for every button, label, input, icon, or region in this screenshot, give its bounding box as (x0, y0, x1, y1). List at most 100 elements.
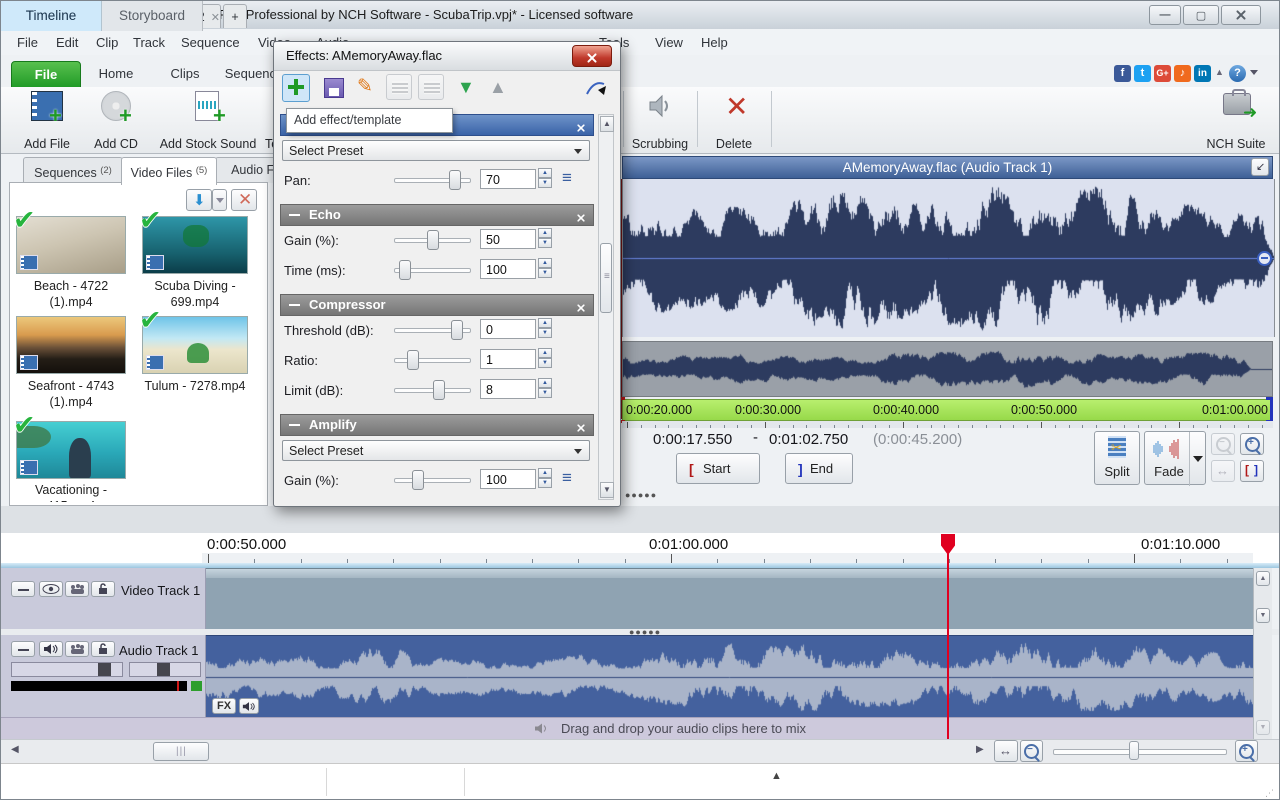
googleplus-icon[interactable]: G+ (1154, 65, 1171, 82)
limit-slider[interactable] (394, 380, 469, 398)
limit-input[interactable]: 8 (480, 379, 536, 399)
timeline-ruler-ticks[interactable] (202, 553, 1253, 563)
dialog-title-bar[interactable]: Effects: AMemoryAway.flac (274, 42, 620, 71)
section-header-amplify[interactable]: Amplify (280, 414, 594, 436)
limit-spinner[interactable]: ▲▼ (538, 378, 552, 400)
remove-effect-icon[interactable] (576, 119, 586, 139)
selection-end-bracket[interactable] (1266, 397, 1273, 423)
save-template-button[interactable] (320, 74, 346, 100)
amplify-automation-menu-icon[interactable]: ≡ (562, 468, 572, 488)
section-header-echo[interactable]: Echo (280, 204, 594, 226)
zoom-out-button[interactable]: − (1211, 433, 1235, 455)
track-lock-button[interactable] (91, 641, 115, 657)
menu-sequence[interactable]: Sequence (181, 35, 240, 50)
amplify-gain-spinner[interactable]: ▲▼ (538, 468, 552, 490)
track-motion-button[interactable] (65, 581, 89, 597)
timeline-zoom-slider[interactable] (1053, 749, 1227, 755)
fade-button[interactable]: Fade (1144, 431, 1206, 485)
panel-splitter[interactable]: ●●●●● (625, 490, 657, 500)
fade-dropdown-icon[interactable] (1193, 456, 1203, 462)
close-tab-icon[interactable]: ✕ (211, 12, 220, 24)
thumbnail-tulum[interactable]: ✔ (142, 316, 248, 374)
move-down-button[interactable]: ▼ (452, 74, 478, 100)
expand-panel-icon[interactable]: ▲ (771, 770, 782, 782)
close-button[interactable] (1221, 5, 1261, 25)
remove-effect-icon[interactable] (576, 299, 586, 319)
scrubbing-button[interactable]: Scrubbing (629, 91, 691, 151)
help-dropdown-icon[interactable] (1250, 70, 1258, 75)
timeline-zoom-out-button[interactable]: − (1020, 740, 1043, 762)
threshold-spinner[interactable]: ▲▼ (538, 318, 552, 340)
set-end-button[interactable]: ] End (785, 453, 853, 484)
audio-clip[interactable]: FX (206, 635, 1253, 718)
timeline-zoom-knob[interactable] (1129, 741, 1139, 760)
echo-time-spinner[interactable]: ▲▼ (538, 258, 552, 280)
scroll-left-icon[interactable]: ◀ (11, 744, 19, 755)
audio-community-icon[interactable]: ♪ (1174, 65, 1191, 82)
echo-time-slider[interactable] (394, 260, 469, 278)
tab-home[interactable]: Home (83, 61, 149, 87)
track-lock-button[interactable] (91, 581, 115, 597)
tab-video-files[interactable]: Video Files (5) (121, 157, 217, 185)
menu-clip[interactable]: Clip (96, 35, 118, 50)
echo-time-input[interactable]: 100 (480, 259, 536, 279)
move-up-button[interactable]: ▲ (484, 74, 510, 100)
minimize-button[interactable]: — (1149, 5, 1181, 25)
zoom-fit-button[interactable]: ↔ (1211, 460, 1235, 482)
copy-effect-button[interactable] (418, 74, 444, 100)
ratio-slider[interactable] (394, 350, 469, 368)
collapse-track-button[interactable] (11, 641, 35, 657)
split-button[interactable]: ✂ Split (1094, 431, 1140, 485)
collapse-section-icon[interactable] (289, 214, 300, 216)
menu-file[interactable]: File (17, 35, 38, 50)
echo-gain-slider[interactable] (394, 230, 469, 248)
import-dropdown-button[interactable] (212, 189, 227, 211)
collapse-track-button[interactable] (11, 581, 35, 597)
threshold-input[interactable]: 0 (480, 319, 536, 339)
menu-view[interactable]: View (655, 35, 683, 50)
ratio-input[interactable]: 1 (480, 349, 536, 369)
video-track-lane[interactable] (206, 568, 1253, 630)
ratio-spinner[interactable]: ▲▼ (538, 348, 552, 370)
amplify-gain-input[interactable]: 100 (480, 469, 536, 489)
pan-value-input[interactable]: 70 (480, 169, 536, 189)
add-file-button[interactable]: + Add File (19, 91, 75, 151)
collapse-section-icon[interactable] (289, 304, 300, 306)
audio-mix-dropzone[interactable]: Drag and drop your audio clips here to m… (1, 717, 1253, 740)
tab-storyboard[interactable]: Storyboard (102, 1, 203, 31)
collapse-section-icon[interactable] (289, 424, 300, 426)
track-pan-slider[interactable] (129, 662, 201, 677)
clip-time-ruler[interactable]: 0:00:20.000 0:00:30.000 0:00:40.000 0:00… (622, 399, 1273, 421)
restore-button[interactable]: ▢ (1183, 5, 1219, 25)
dialog-close-button[interactable] (572, 45, 612, 67)
pan-preset-select[interactable]: Select Preset (282, 140, 590, 161)
menu-edit[interactable]: Edit (56, 35, 78, 50)
echo-gain-input[interactable]: 50 (480, 229, 536, 249)
amplify-preset-select[interactable]: Select Preset (282, 440, 590, 461)
nch-suite-button[interactable]: ➜ NCH Suite (1201, 91, 1271, 151)
resize-grip[interactable]: ⋰ (1265, 788, 1275, 799)
timeline-zoom-in-button[interactable]: + (1235, 740, 1258, 762)
remove-effect-icon[interactable] (576, 209, 586, 229)
import-button[interactable]: ⬇ (186, 189, 212, 211)
track-mute-button[interactable] (39, 641, 63, 657)
twitter-icon[interactable]: t (1134, 65, 1151, 82)
dialog-scroll-thumb[interactable]: ≡ (600, 243, 612, 313)
zoom-selection-button[interactable]: [] (1240, 460, 1264, 482)
thumbnail-seafront[interactable] (16, 316, 126, 374)
add-effect-button[interactable] (282, 74, 310, 102)
menu-help[interactable]: Help (701, 35, 728, 50)
track-visibility-button[interactable] (39, 581, 63, 597)
collapse-ribbon-icon[interactable]: ▲ (1215, 67, 1224, 77)
remove-effect-icon[interactable] (576, 419, 586, 439)
threshold-slider[interactable] (394, 320, 469, 338)
pan-spinner[interactable]: ▲▼ (538, 168, 552, 190)
add-cd-button[interactable]: + Add CD (87, 91, 145, 151)
pan-automation-menu-icon[interactable]: ≡ (562, 168, 572, 188)
clip-audio-button[interactable] (239, 698, 259, 714)
edit-effect-button[interactable]: ✎ (354, 74, 380, 100)
tracks-scrollbar[interactable]: ▲ ▼ ▼ (1253, 568, 1272, 739)
tab-clips[interactable]: Clips (153, 61, 217, 87)
thumbnail-beach[interactable]: ✔ (16, 216, 126, 274)
menu-track[interactable]: Track (133, 35, 165, 50)
